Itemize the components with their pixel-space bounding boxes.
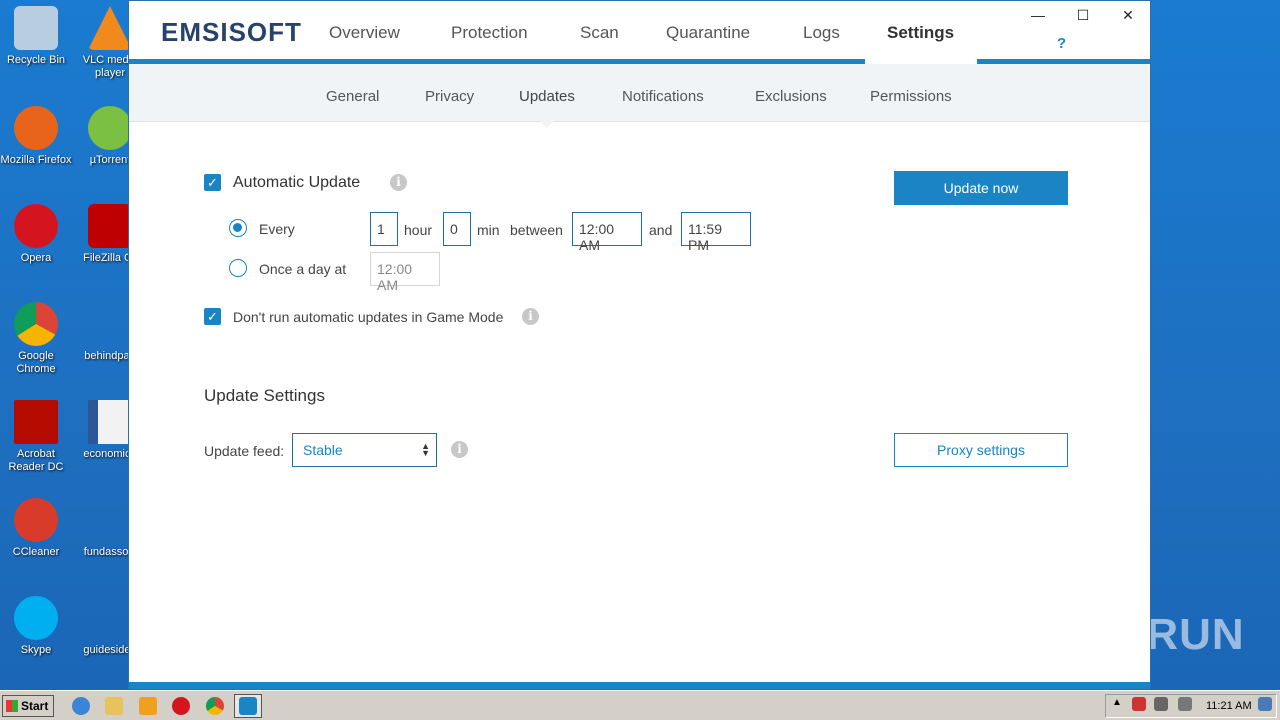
proxy-settings-button[interactable]: Proxy settings [894,433,1068,467]
internet-explorer-icon[interactable] [72,697,90,715]
firefox-icon [14,106,58,150]
subtab-updates[interactable]: Updates [519,88,575,105]
file-icon [88,498,132,542]
subtab-notifications[interactable]: Notifications [622,88,704,105]
to-time-input[interactable]: 11:59 PM [681,212,751,253]
network-icon[interactable] [1154,697,1168,711]
help-button[interactable]: ? [1057,35,1066,52]
hour-unit-label: hour [404,222,433,238]
desktop-icon-skype[interactable]: Skype [0,596,72,657]
subtab-general[interactable]: General [326,88,379,105]
nav-quarantine[interactable]: Quarantine [666,23,750,43]
start-button[interactable]: Start [2,695,54,717]
nav-settings[interactable]: Settings [887,23,954,43]
between-label: between [510,222,563,238]
desktop-icon-opera[interactable]: Opera [0,204,72,265]
settings-subnav: General Privacy Updates Notifications Ex… [129,64,1150,122]
desktop-icon-acrobat[interactable]: Acrobat Reader DC [0,400,72,474]
close-button[interactable]: ✕ [1118,7,1138,27]
emsisoft-window: EMSISOFT Overview Protection Scan Quaran… [128,0,1151,690]
nav-scan[interactable]: Scan [580,23,619,43]
update-now-button[interactable]: Update now [894,171,1068,205]
automatic-update-label: Automatic Update [233,174,361,191]
chrome-icon [14,302,58,346]
chrome-icon[interactable] [206,697,224,715]
opera-icon [14,204,58,248]
ccleaner-icon [14,498,58,542]
hours-input[interactable]: 1 [370,212,398,246]
word-doc-icon [88,400,132,444]
nav-settings-tab[interactable]: Settings [865,1,977,64]
automatic-update-checkbox[interactable]: ✓ [204,174,221,191]
select-arrows-icon: ▲ ▼ [421,441,430,458]
update-settings-title: Update Settings [204,386,325,405]
clock: 11:21 AM [1206,700,1252,712]
utorrent-icon [88,106,132,150]
vlc-icon [88,6,132,50]
nav-protection[interactable]: Protection [451,23,528,43]
file-icon [88,596,132,640]
game-mode-label: Don't run automatic updates in Game Mode [233,309,504,325]
info-icon[interactable]: i [451,441,468,458]
bottom-accent-bar [129,682,1150,689]
game-mode-checkbox[interactable]: ✓ [204,308,221,325]
info-icon[interactable]: i [390,174,407,191]
desktop-icon-chrome[interactable]: Google Chrome [0,302,72,376]
desktop-icon-recycle-bin[interactable]: Recycle Bin [0,6,72,67]
app-logo: EMSISOFT [161,17,302,47]
update-feed-value: Stable [303,442,343,458]
show-hidden-icons-icon[interactable]: ▲ [1112,697,1126,711]
once-a-day-label: Once a day at [259,261,347,277]
nav-logs[interactable]: Logs [803,23,840,43]
update-feed-select[interactable]: Stable ▲ ▼ [292,433,437,467]
filezilla-icon [88,204,132,248]
info-icon[interactable]: i [522,308,539,325]
skype-icon [14,596,58,640]
from-time-input[interactable]: 12:00 AM [572,212,642,253]
and-label: and [649,222,673,238]
desktop-icon-ccleaner[interactable]: CCleaner [0,498,72,559]
file-icon [88,302,132,346]
desktop-icon-firefox[interactable]: Mozilla Firefox [0,106,72,167]
update-feed-label: Update feed: [204,443,285,459]
security-alert-icon[interactable] [1132,697,1146,711]
once-time-input[interactable]: 12:00 AM [370,252,440,293]
folder-icon[interactable] [105,697,123,715]
minutes-input[interactable]: 0 [443,212,471,246]
updates-panel: ✓ Automatic Update i Update now Every 1 … [129,123,1150,683]
taskbar-emsisoft-button[interactable] [234,694,262,718]
emsisoft-shield-icon [239,697,257,715]
top-nav: EMSISOFT Overview Protection Scan Quaran… [129,1,1150,64]
opera-icon[interactable] [172,697,190,715]
subtab-permissions[interactable]: Permissions [870,88,952,105]
recycle-bin-icon [14,6,58,50]
subtab-privacy[interactable]: Privacy [425,88,474,105]
volume-icon[interactable] [1178,697,1192,711]
min-unit-label: min [477,222,500,238]
taskbar: Start ▲ 11:21 AM [0,690,1280,720]
subtab-exclusions[interactable]: Exclusions [755,88,827,105]
minimize-button[interactable]: — [1028,7,1048,27]
once-a-day-radio[interactable] [229,259,247,277]
every-radio[interactable] [229,219,247,237]
nav-overview[interactable]: Overview [329,23,400,43]
show-desktop-icon[interactable] [1258,697,1272,711]
media-player-icon[interactable] [139,697,157,715]
acrobat-icon [14,400,58,444]
maximize-button[interactable]: ☐ [1073,7,1093,27]
every-label: Every [259,221,295,237]
